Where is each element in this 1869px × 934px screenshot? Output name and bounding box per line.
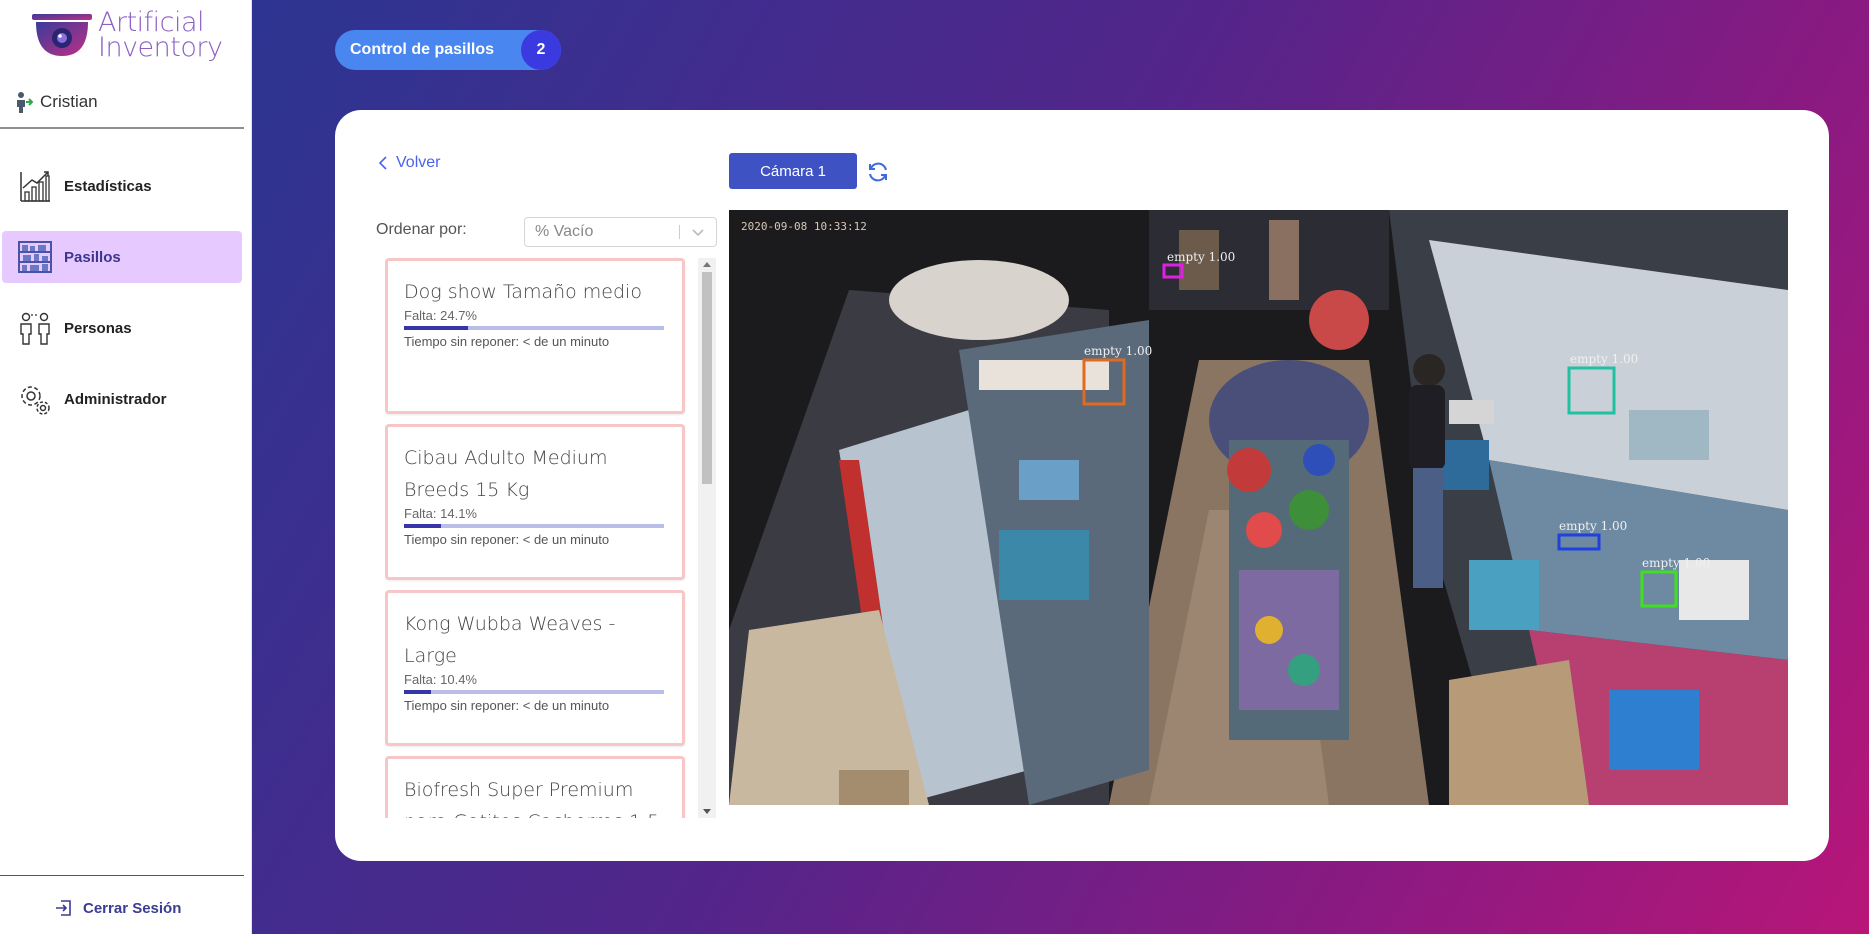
missing-progress-bar <box>404 690 664 694</box>
detection-label: empty 1.00 <box>1559 519 1628 533</box>
app-logo[interactable]: Artificial Inventory <box>30 8 223 63</box>
list-item[interactable]: Dog show Tamaño medio Falta: 24.7% Tiemp… <box>385 258 685 414</box>
user-name: Cristian <box>40 92 98 111</box>
sidebar-bottom-divider <box>0 875 244 876</box>
missing-progress-fill <box>404 326 469 330</box>
product-name: Dog show Tamaño medio <box>404 281 642 303</box>
chevron-left-icon <box>378 156 387 170</box>
missing-progress-fill <box>404 524 441 528</box>
missing-progress-fill <box>404 690 432 694</box>
shelves-icon <box>18 239 52 275</box>
aisle-card: Volver Ordenar por: % Vacío Dog show Tam… <box>335 110 1829 861</box>
people-icon <box>18 310 52 346</box>
missing-percent: Falta: 14.1% <box>404 506 477 521</box>
main-area: Control de pasillos 2 Volver Ordenar por… <box>252 0 1869 934</box>
missing-percent: Falta: 10.4% <box>404 672 477 687</box>
gears-icon <box>18 381 52 417</box>
sidebar-item-estadisticas[interactable]: Estadísticas <box>2 160 242 212</box>
product-name: Biofresh Super Premium para Gatitos Cach… <box>404 779 659 818</box>
sidebar-item-administrador[interactable]: Administrador <box>2 373 242 425</box>
back-label: Volver <box>396 154 441 171</box>
camera-select-button[interactable]: Cámara 1 <box>729 153 857 189</box>
sort-label: Ordenar por: <box>376 221 467 238</box>
missing-progress-bar <box>404 326 664 330</box>
list-item[interactable]: Kong Wubba Weaves - Large Falta: 10.4% T… <box>385 590 685 746</box>
restock-time: Tiempo sin reponer: < de un minuto <box>404 532 610 547</box>
detection-label: empty 1.00 <box>1642 556 1711 570</box>
detection-label: empty 1.00 <box>1167 250 1236 264</box>
store-scene-image <box>729 210 1788 805</box>
product-name: Kong Wubba Weaves - Large <box>404 613 616 667</box>
scrollbar-thumb[interactable] <box>702 272 712 484</box>
count-badge: 2 <box>521 30 561 70</box>
restock-time: Tiempo sin reponer: < de un minuto <box>404 698 610 713</box>
scroll-down-arrow-icon[interactable] <box>703 809 711 814</box>
chart-growth-icon <box>18 168 52 204</box>
sidebar-item-label: Personas <box>64 319 132 337</box>
chevron-down-icon <box>692 229 704 237</box>
sidebar-item-label: Pasillos <box>64 248 121 266</box>
logout-label: Cerrar Sesión <box>83 899 182 917</box>
camera-timestamp: 2020-09-08 10:33:12 <box>741 220 867 233</box>
logout-icon <box>56 900 71 916</box>
missing-percent: Falta: 24.7% <box>404 308 477 323</box>
sidebar-item-label: Administrador <box>64 390 167 408</box>
restock-time: Tiempo sin reponer: < de un minuto <box>404 334 610 349</box>
missing-progress-bar <box>404 524 664 528</box>
camera-feed[interactable]: 2020-09-08 10:33:12 empty 1.00 empty 1.0… <box>729 210 1788 805</box>
user-info: Cristian <box>14 91 98 113</box>
detection-label: empty 1.00 <box>1570 352 1639 366</box>
brand-name: Artificial Inventory <box>98 9 223 63</box>
scroll-up-arrow-icon[interactable] <box>703 262 711 267</box>
brand-line-2: Inventory <box>98 32 223 63</box>
sort-select-value: % Vacío <box>535 223 594 240</box>
logout-button[interactable]: Cerrar Sesión <box>55 899 181 917</box>
detection-label: empty 1.00 <box>1084 344 1153 358</box>
list-item[interactable]: Biofresh Super Premium para Gatitos Cach… <box>385 756 685 818</box>
sidebar-nav: Estadísticas Pasillos Personas Administr… <box>2 160 242 444</box>
select-separator <box>679 225 680 239</box>
camera-logo-icon <box>32 14 92 56</box>
sidebar-divider <box>0 127 244 129</box>
list-item[interactable]: Cibau Adulto Medium Breeds 15 Kg Falta: … <box>385 424 685 580</box>
list-scrollbar[interactable] <box>698 258 716 818</box>
sidebar-item-personas[interactable]: Personas <box>2 302 242 354</box>
page-title: Control de pasillos <box>350 41 495 58</box>
user-login-icon <box>17 92 34 113</box>
sort-select[interactable]: % Vacío <box>524 217 717 247</box>
sidebar-item-label: Estadísticas <box>64 177 152 195</box>
refresh-icon[interactable] <box>866 160 890 184</box>
product-name: Cibau Adulto Medium Breeds 15 Kg <box>404 447 608 501</box>
back-link[interactable]: Volver <box>378 154 440 172</box>
sidebar-item-pasillos[interactable]: Pasillos <box>2 231 242 283</box>
sidebar: Artificial Inventory Cristian Estadístic… <box>0 0 252 934</box>
section-title-pill: Control de pasillos 2 <box>335 30 561 70</box>
product-list[interactable]: Dog show Tamaño medio Falta: 24.7% Tiemp… <box>385 258 725 818</box>
